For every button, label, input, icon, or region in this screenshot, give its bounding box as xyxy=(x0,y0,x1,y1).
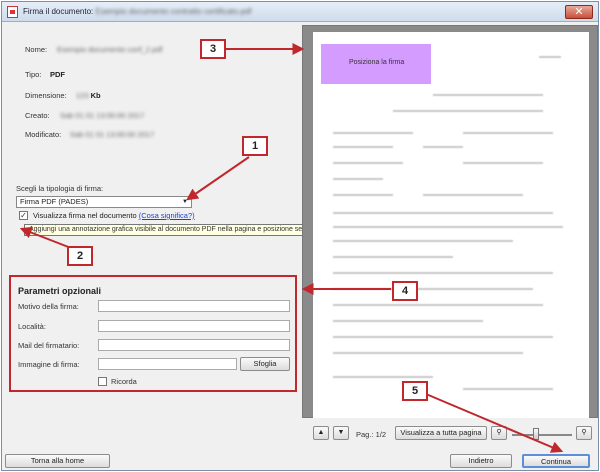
page-line xyxy=(333,240,513,242)
email-label: Mail del firmatario: xyxy=(18,341,80,350)
email-field[interactable] xyxy=(98,339,290,351)
page-line xyxy=(423,194,523,196)
next-page-button[interactable]: ▼ xyxy=(333,426,349,440)
close-button[interactable]: ✕ xyxy=(565,5,593,19)
window-title-filename: Esempio documento contratto certificato.… xyxy=(95,7,252,16)
sign-document-window: Firma il documento: Esempio documento co… xyxy=(1,1,599,471)
optional-params-group: Parametri opzionali Motivo della firma: … xyxy=(12,278,298,393)
page-line xyxy=(333,376,433,378)
page-line xyxy=(333,304,543,306)
document-page: Posiziona la firma xyxy=(313,32,589,418)
reason-label: Motivo della firma: xyxy=(18,302,79,311)
page-line xyxy=(333,146,393,148)
page-line xyxy=(333,226,563,228)
page-line xyxy=(463,162,543,164)
previous-page-button[interactable]: ▲ xyxy=(313,426,329,440)
remember-checkbox[interactable] xyxy=(98,377,107,386)
page-line xyxy=(433,94,543,96)
callout-3: 3 xyxy=(200,39,226,59)
callout-1: 1 xyxy=(242,136,268,156)
size-number: 123 xyxy=(76,91,89,100)
remember-label: Ricorda xyxy=(111,377,137,386)
window-title: Firma il documento: Esempio documento co… xyxy=(23,7,252,16)
page-line xyxy=(333,336,553,338)
page-line xyxy=(333,212,553,214)
page-line xyxy=(333,288,533,290)
page-indicator: Pag.: 1/2 xyxy=(356,430,387,439)
callout-5: 5 xyxy=(402,381,428,401)
optional-params-title: Parametri opzionali xyxy=(18,286,102,296)
magnifier-plus-icon: ⚲ xyxy=(581,429,587,436)
zoom-slider-track[interactable] xyxy=(512,434,572,436)
image-path-field[interactable] xyxy=(98,358,237,370)
window-title-label: Firma il documento: xyxy=(23,7,94,16)
visible-signature-row: Visualizza firma nel documento (Cosa sig… xyxy=(33,211,195,220)
visible-signature-checkbox[interactable]: ✓ xyxy=(19,211,28,220)
visible-signature-label: Visualizza firma nel documento xyxy=(33,211,137,220)
chevron-up-icon: ▲ xyxy=(317,429,325,436)
type-value: PDF xyxy=(50,70,65,79)
page-line xyxy=(333,132,413,134)
close-icon: ✕ xyxy=(574,6,584,18)
title-bar: Firma il documento: Esempio documento co… xyxy=(2,2,598,22)
size-unit: Kb xyxy=(90,91,101,100)
page-line xyxy=(463,388,553,390)
created-value: Sab 01 01 13:00:00 2017 xyxy=(60,111,145,120)
page-line xyxy=(333,352,523,354)
full-page-view-button[interactable]: Visualizza a tutta pagina xyxy=(395,426,487,440)
signature-type-selected: Firma PDF (PADES) xyxy=(20,197,89,206)
page-line xyxy=(333,272,553,274)
name-value: Esempio documento conf_2.pdf xyxy=(57,45,163,54)
pdf-app-icon xyxy=(7,6,18,18)
signature-type-label: Scegli la tipologia di firma: xyxy=(16,184,104,193)
what-does-it-mean-link[interactable]: (Cosa significa?) xyxy=(139,211,195,220)
page-line xyxy=(333,194,393,196)
modified-value: Sab 01 01 13:00:00 2017 xyxy=(70,130,155,139)
page-line xyxy=(423,146,463,148)
browse-button[interactable]: Sfoglia xyxy=(240,357,290,371)
callout-4: 4 xyxy=(392,281,418,301)
chevron-down-icon: ▼ xyxy=(182,199,188,205)
location-field[interactable] xyxy=(98,320,290,332)
page-line xyxy=(333,256,453,258)
page-line xyxy=(333,162,403,164)
type-label: Tipo: xyxy=(25,70,42,79)
size-label: Dimensione: xyxy=(25,91,67,100)
zoom-out-button[interactable]: ⚲ xyxy=(491,426,507,440)
location-label: Località: xyxy=(18,322,46,331)
page-line xyxy=(333,178,383,180)
reason-field[interactable] xyxy=(98,300,290,312)
created-label: Creato: xyxy=(25,111,50,120)
page-line xyxy=(393,110,543,112)
image-label: Immagine di firma: xyxy=(18,360,80,369)
signature-position-box[interactable]: Posiziona la firma xyxy=(321,44,431,84)
modified-label: Modificato: xyxy=(25,130,62,139)
continue-button[interactable]: Continua xyxy=(522,454,590,468)
size-value: 123 Kb xyxy=(76,91,101,100)
page-line xyxy=(333,320,483,322)
name-label: Nome: xyxy=(25,45,48,54)
signature-position-label: Posiziona la firma xyxy=(349,59,405,66)
back-button[interactable]: Indietro xyxy=(450,454,512,468)
callout-2: 2 xyxy=(67,246,93,266)
chevron-down-icon: ▼ xyxy=(337,429,345,436)
zoom-slider-thumb[interactable] xyxy=(533,428,539,440)
magnifier-minus-icon: ⚲ xyxy=(496,429,502,436)
document-preview: Posiziona la firma xyxy=(302,25,598,418)
page-line xyxy=(539,56,561,58)
page-line xyxy=(463,132,553,134)
home-button[interactable]: Torna alla home xyxy=(5,454,110,468)
signature-type-select[interactable]: Firma PDF (PADES) ▼ xyxy=(16,196,192,208)
zoom-in-button[interactable]: ⚲ xyxy=(576,426,592,440)
